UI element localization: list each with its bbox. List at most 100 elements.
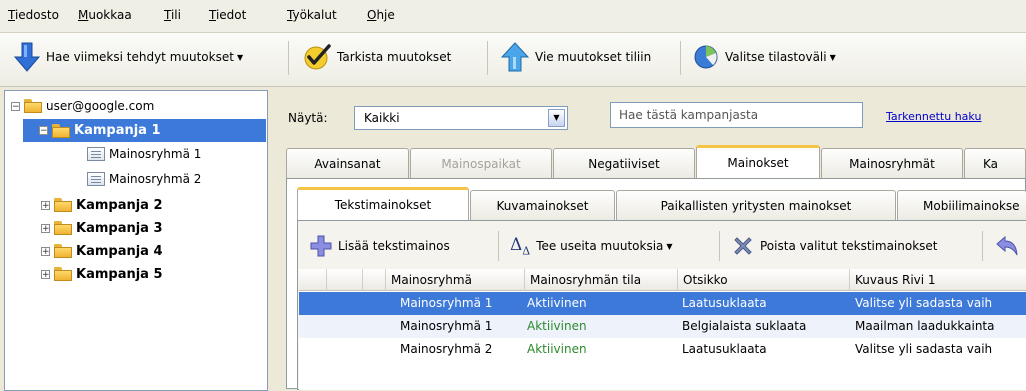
- stats-range-button[interactable]: Valitse tilastoväli ▼: [693, 42, 836, 72]
- check-changes-button[interactable]: Tarkista muutokset: [303, 42, 451, 72]
- toolbar-separator: [719, 231, 720, 261]
- campaign-label: Kampanja 4: [76, 243, 163, 259]
- subtab-image-ads[interactable]: Kuvamainokset: [470, 190, 615, 220]
- campaign-label: Kampanja 5: [76, 266, 163, 282]
- tab-placements: Mainospaikat: [410, 148, 552, 178]
- main-panel: Näytä: Kaikki ▼ Hae tästä kampanjasta Ta…: [276, 88, 1026, 390]
- column-header-description[interactable]: Kuvaus Rivi 1: [849, 269, 1026, 291]
- column-header-adgroup-status[interactable]: Mainosryhmän tila: [524, 269, 669, 291]
- tree-item-campaign-5[interactable]: + Kampanja 5: [41, 264, 163, 284]
- cell-adgroup: Mainosryhmä 1: [400, 319, 493, 333]
- campaign-label: Kampanja 2: [76, 197, 163, 213]
- tab-adgroups[interactable]: Mainosryhmät: [821, 148, 963, 178]
- show-label: Näytä:: [288, 111, 328, 125]
- folder-icon: [52, 123, 70, 138]
- menu-account[interactable]: Tili: [164, 8, 181, 22]
- menu-bar: Tiedosto Muokkaa Tili Tiedot Työkalut Oh…: [0, 0, 1026, 33]
- table-row[interactable]: Mainosryhmä 2 Aktiivinen Laatusuklaata V…: [299, 338, 1026, 361]
- menu-data[interactable]: Tiedot: [209, 8, 246, 22]
- ad-group-icon: [87, 147, 105, 161]
- toolbar-separator: [680, 41, 681, 75]
- undo-icon[interactable]: [994, 235, 1020, 257]
- chevron-down-icon: ▼: [666, 241, 673, 251]
- check-changes-label: Tarkista muutokset: [337, 50, 452, 64]
- delta-icon: ΔΔ: [510, 234, 531, 258]
- collapse-icon[interactable]: −: [39, 126, 48, 136]
- chevron-down-icon: ▼: [829, 52, 836, 62]
- tree-item-campaign-4[interactable]: + Kampanja 4: [41, 241, 163, 261]
- chevron-down-icon[interactable]: ▼: [548, 109, 565, 127]
- add-text-ad-button[interactable]: Lisää tekstimainos: [310, 231, 450, 261]
- subtab-text-ads[interactable]: Tekstimainokset: [297, 187, 469, 220]
- pie-chart-icon: [694, 45, 718, 69]
- delete-selected-label: Poista valitut tekstimainokset: [760, 239, 938, 253]
- subtab-local-ads[interactable]: Paikallisten yritysten mainokset: [616, 190, 896, 220]
- toolbar-separator: [982, 231, 983, 261]
- cell-status: Aktiivinen: [527, 342, 587, 356]
- column-header-adgroup[interactable]: Mainosryhmä: [385, 269, 520, 291]
- show-select[interactable]: Kaikki ▼: [354, 106, 568, 130]
- tab-negatives[interactable]: Negatiiviset: [553, 148, 695, 178]
- table-row[interactable]: Mainosryhmä 1 Aktiivinen Belgialaista su…: [299, 315, 1026, 338]
- cell-adgroup: Mainosryhmä 2: [400, 342, 493, 356]
- folder-icon: [54, 221, 72, 235]
- adgroup-label: Mainosryhmä 1: [109, 147, 202, 161]
- post-changes-label: Vie muutokset tiliin: [535, 50, 652, 64]
- column-header-headline[interactable]: Otsikko: [677, 269, 849, 291]
- tree-item-campaign-3[interactable]: + Kampanja 3: [41, 218, 163, 238]
- checkbox-column-header[interactable]: [326, 269, 346, 291]
- tree-item-campaign-2[interactable]: + Kampanja 2: [41, 195, 163, 215]
- expand-icon[interactable]: +: [41, 269, 50, 279]
- checkmark-icon: [304, 44, 331, 70]
- adgroup-label: Mainosryhmä 2: [109, 172, 202, 186]
- multi-change-button[interactable]: ΔΔ Tee useita muutoksia ▼: [510, 231, 673, 261]
- menu-file[interactable]: Tiedosto: [8, 8, 59, 22]
- cell-description: Maailman laadukkainta: [855, 319, 995, 333]
- expand-icon[interactable]: +: [41, 246, 50, 256]
- get-changes-button[interactable]: Hae viimeksi tehdyt muutokset ▼: [14, 42, 243, 72]
- down-arrow-icon: [14, 42, 40, 72]
- toolbar-separator: [498, 231, 499, 261]
- menu-help[interactable]: Ohje: [367, 8, 395, 22]
- show-select-value: Kaikki: [364, 111, 400, 125]
- toolbar-separator: [288, 41, 289, 75]
- flag-column-header[interactable]: [362, 269, 382, 291]
- text-ads-panel: Lisää tekstimainos ΔΔ Tee useita muutoks…: [297, 220, 1026, 390]
- search-input[interactable]: Hae tästä kampanjasta: [610, 102, 863, 128]
- tab-ads[interactable]: Mainokset: [696, 145, 820, 178]
- multi-change-label: Tee useita muutoksia: [536, 239, 664, 253]
- expand-icon[interactable]: +: [41, 200, 50, 210]
- collapse-icon[interactable]: −: [11, 101, 20, 111]
- menu-edit[interactable]: Muokkaa: [78, 8, 132, 22]
- toolbar-separator: [487, 41, 488, 75]
- account-tree: − user@google.com − Kampanja 1 Mainosryh…: [4, 90, 268, 391]
- pane-splitter[interactable]: [268, 90, 274, 389]
- tree-item-adgroup-2[interactable]: Mainosryhmä 2: [87, 169, 201, 189]
- advanced-search-link[interactable]: Tarkennettu haku: [886, 110, 981, 123]
- toolbar: Hae viimeksi tehdyt muutokset ▼ Tarkista…: [0, 33, 1026, 87]
- cell-description: Valitse yli sadasta vaih: [855, 342, 993, 356]
- campaign-label: Kampanja 1: [74, 123, 161, 138]
- tree-item-campaign-1[interactable]: − Kampanja 1: [23, 119, 266, 142]
- campaign-label: Kampanja 3: [76, 220, 163, 236]
- cell-status: Aktiivinen: [527, 296, 587, 310]
- tab-keywords[interactable]: Avainsanat: [286, 148, 409, 178]
- delete-selected-button[interactable]: Poista valitut tekstimainokset: [732, 231, 938, 261]
- search-placeholder: Hae tästä kampanjasta: [619, 108, 759, 122]
- ad-group-icon: [87, 172, 105, 186]
- cell-description: Valitse yli sadasta vaih: [855, 296, 993, 310]
- post-changes-button[interactable]: Vie muutokset tiliin: [501, 42, 651, 72]
- tree-item-adgroup-1[interactable]: Mainosryhmä 1: [87, 144, 201, 164]
- stats-range-label: Valitse tilastoväli: [725, 50, 827, 64]
- tab-campaigns[interactable]: Ka: [964, 148, 1026, 178]
- plus-icon: [310, 235, 332, 257]
- expand-icon[interactable]: +: [41, 223, 50, 233]
- table-row[interactable]: Mainosryhmä 1 Aktiivinen Laatusuklaata V…: [299, 292, 1026, 315]
- menu-tools[interactable]: Työkalut: [287, 8, 337, 22]
- tree-item-account[interactable]: − user@google.com: [11, 96, 154, 116]
- folder-icon: [54, 267, 72, 281]
- cell-headline: Laatusuklaata: [682, 296, 767, 310]
- delete-x-icon: [734, 237, 752, 255]
- cell-adgroup: Mainosryhmä 1: [400, 296, 493, 310]
- subtab-mobile-ads[interactable]: Mobiilimainokse: [897, 190, 1026, 220]
